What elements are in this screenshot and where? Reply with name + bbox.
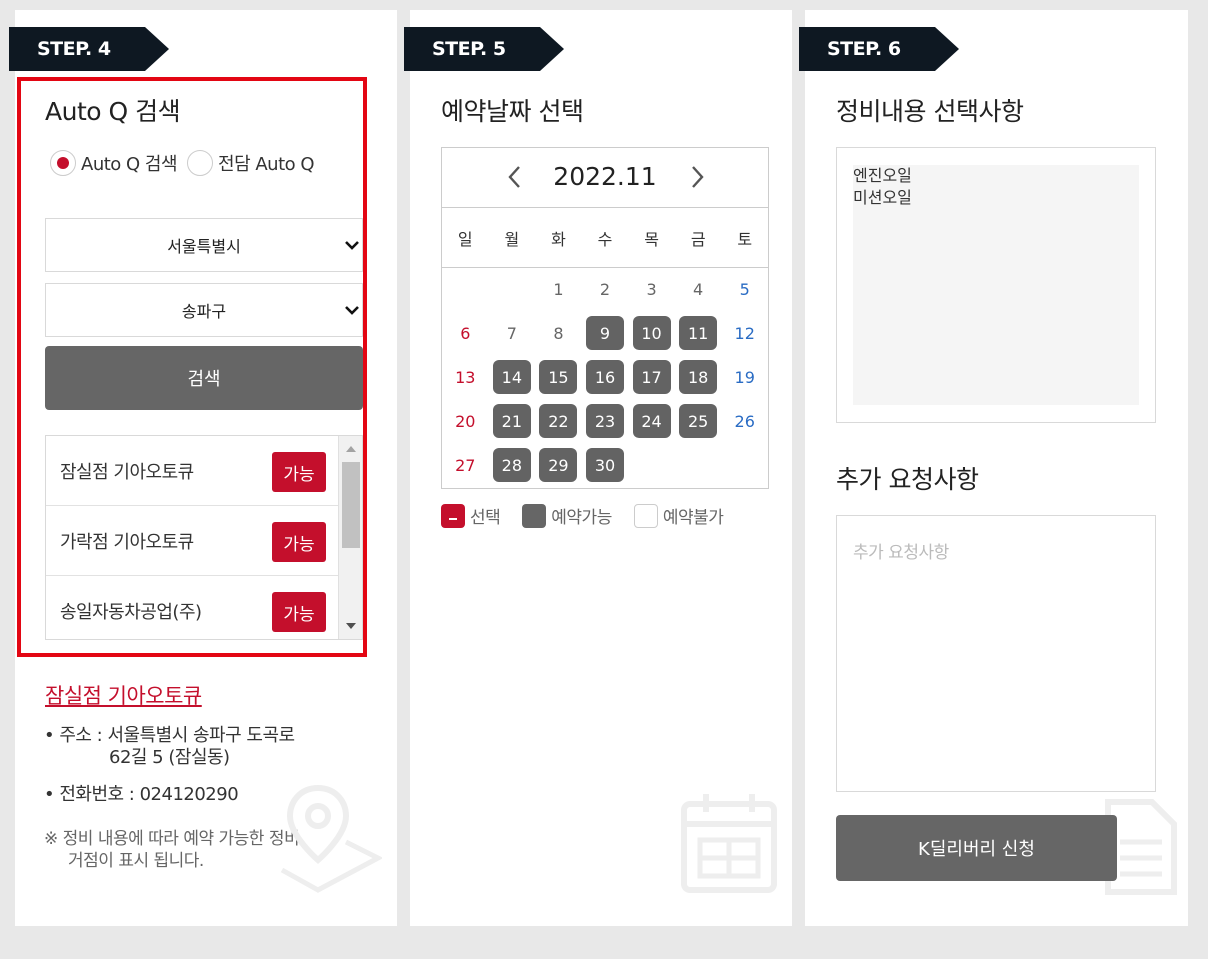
step5-badge: STEP. 5 (404, 27, 564, 71)
calendar-day: 27 (455, 455, 476, 475)
calendar-day: 2 (599, 279, 611, 299)
step6-badge: STEP. 6 (799, 27, 959, 71)
step5-title: 예약날짜 선택 (441, 97, 584, 126)
legend-selected-swatch (441, 503, 465, 528)
calendar: 2022.11 일 월 화 수 목 금 토 1 2 3 4 5 6 7 8 9 10 11 12 13 1… (441, 147, 769, 489)
calendar-day: 20 (455, 411, 476, 431)
calendar-day[interactable]: 28 (492, 448, 531, 482)
calendar-day: 12 (734, 323, 755, 343)
calendar-month: 2022.11 (553, 162, 657, 191)
calendar-day: 7 (506, 323, 517, 343)
calendar-day: 5 (739, 279, 750, 299)
calendar-day: 26 (734, 411, 755, 431)
selected-items-list: 엔진오일 미션오일 (853, 165, 1139, 405)
legend-available-label: 예약가능 (551, 508, 612, 528)
selected-item: 엔진오일 (853, 166, 912, 185)
chevron-right-icon[interactable] (686, 164, 708, 190)
calendar-day: 3 (646, 279, 657, 299)
calendar-header: 2022.11 (442, 148, 768, 208)
calendar-day: 13 (455, 367, 476, 387)
extra-request-title: 추가 요청사항 (836, 465, 979, 494)
address-line2: 62길 5 (잠실동) (109, 747, 230, 768)
calendar-weekdays: 일 월 화 수 목 금 토 (442, 208, 768, 268)
calendar-day[interactable]: 23 (586, 404, 624, 438)
weekday-thu: 목 (644, 229, 659, 249)
weekday-mon: 월 (504, 229, 520, 249)
calendar-day[interactable]: 14 (492, 360, 531, 394)
calendar-day[interactable]: 9 (586, 316, 624, 350)
weekday-fri: 금 (690, 229, 706, 249)
calendar-day: 8 (553, 323, 564, 343)
calendar-day: 4 (693, 279, 704, 299)
dealer-address: • 주소 : 서울특별시 송파구 도곡로 62길 5 (잠실동) (44, 725, 295, 769)
k-delivery-submit-button[interactable]: K딜리버리 신청 (836, 815, 1117, 881)
weekday-sun: 일 (457, 229, 473, 249)
dealer-phone: • 전화번호 : 024120290 (44, 784, 239, 805)
step6-title: 정비내용 선택사항 (836, 97, 1024, 126)
selected-item: 미션오일 (853, 188, 912, 207)
highlight-box (17, 77, 367, 657)
calendar-day[interactable]: 25 (679, 404, 718, 438)
weekday-sat: 토 (737, 229, 753, 249)
address-line1: • 주소 : 서울특별시 송파구 도곡로 (44, 725, 295, 746)
extra-request-placeholder: 추가 요청사항 (853, 543, 949, 563)
weekday-wed: 수 (597, 229, 613, 249)
calendar-day[interactable]: 24 (632, 404, 671, 438)
legend-unavailable-swatch (633, 503, 658, 528)
calendar-day[interactable]: 29 (539, 448, 578, 482)
calendar-day[interactable]: 15 (539, 360, 578, 394)
legend-selected-label: 선택 (470, 508, 501, 528)
legend-available-swatch (522, 503, 547, 528)
calendar-day[interactable]: 10 (632, 316, 671, 350)
selected-dealer-link[interactable]: 잠실점 기아오토큐 (45, 680, 202, 710)
calendar-day[interactable]: 11 (679, 316, 718, 350)
weekday-tue: 화 (551, 229, 566, 249)
calendar-icon (681, 794, 777, 893)
calendar-legend: 선택 예약가능 예약불가 (441, 503, 745, 528)
calendar-day: 1 (553, 279, 564, 299)
calendar-day[interactable]: 30 (586, 448, 624, 482)
calendar-day[interactable]: 21 (492, 404, 531, 438)
calendar-day[interactable]: 18 (679, 360, 718, 394)
calendar-day[interactable]: 22 (539, 404, 578, 438)
step4-badge: STEP. 4 (9, 27, 169, 71)
calendar-day: 6 (460, 323, 471, 343)
map-pin-icon (280, 784, 382, 893)
calendar-day[interactable]: 17 (632, 360, 671, 394)
legend-unavailable-label: 예약불가 (662, 508, 724, 528)
calendar-day: 19 (734, 367, 755, 387)
calendar-day[interactable]: 16 (586, 360, 624, 394)
